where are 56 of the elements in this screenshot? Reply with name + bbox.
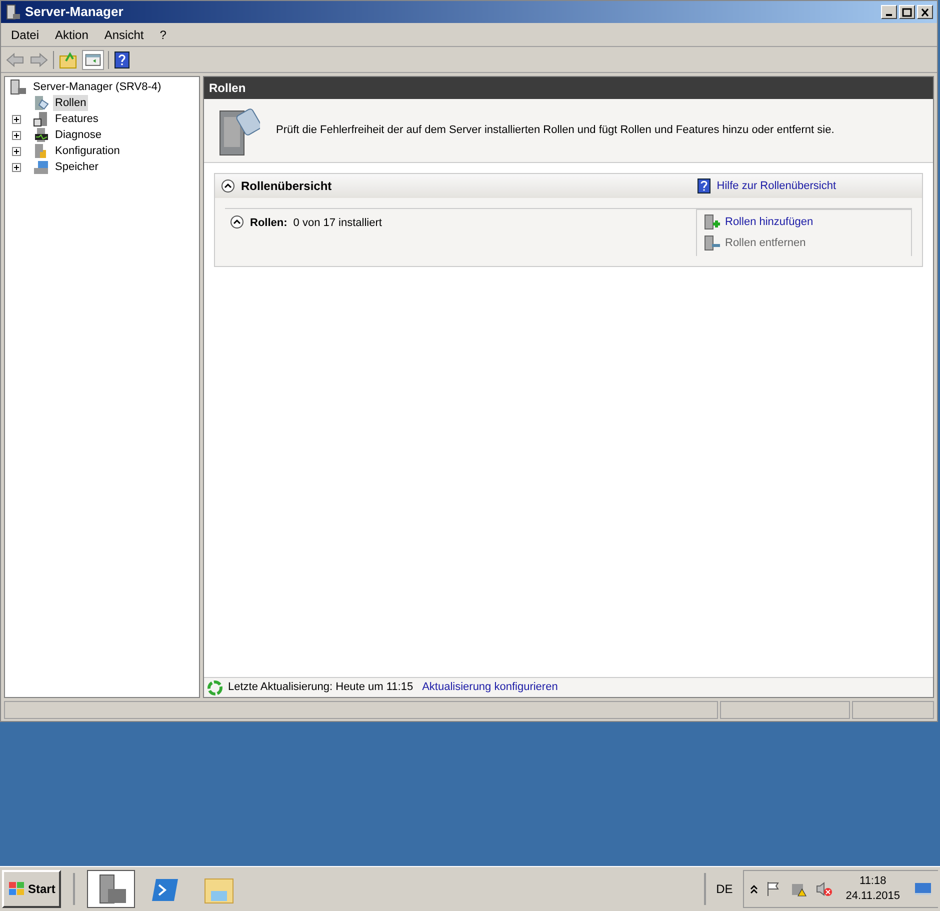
- speaker-muted-icon[interactable]: [816, 881, 832, 897]
- help-link[interactable]: Hilfe zur Rollenübersicht: [716, 178, 836, 194]
- expand-icon[interactable]: [12, 162, 21, 172]
- language-indicator[interactable]: DE: [712, 880, 737, 898]
- roles-count: 0 von 17 installiert: [293, 216, 382, 231]
- server-add-icon: [703, 214, 721, 230]
- storage-icon: [33, 159, 49, 175]
- roles-label: Rollen:: [250, 216, 288, 231]
- minimize-button[interactable]: [881, 5, 897, 19]
- tree-item[interactable]: Konfiguration: [53, 142, 122, 160]
- desktop-icon[interactable]: [914, 881, 932, 897]
- taskbar-app[interactable]: [87, 870, 136, 908]
- collapse-icon[interactable]: [221, 179, 235, 193]
- close-button[interactable]: [917, 5, 933, 19]
- server-monitor-icon: [33, 127, 49, 143]
- help-icon[interactable]: [113, 50, 131, 68]
- flag-icon[interactable]: [766, 881, 782, 897]
- expand-icon[interactable]: [12, 130, 21, 140]
- tree-item[interactable]: Rollen: [53, 94, 88, 112]
- menu-item[interactable]: Datei: [5, 26, 46, 44]
- clock-time: 11:18: [860, 874, 886, 889]
- clock-date: 24.11.2015: [846, 889, 900, 904]
- menu-item[interactable]: ?: [154, 26, 172, 44]
- expand-icon[interactable]: [12, 146, 21, 156]
- tree-item[interactable]: Features: [53, 110, 100, 128]
- tree-item[interactable]: Speicher: [53, 158, 100, 176]
- collapse-icon[interactable]: [230, 215, 244, 229]
- help-icon: [696, 178, 711, 194]
- server-icon: [9, 79, 27, 95]
- close-icon: [920, 8, 930, 16]
- network-warning-icon[interactable]: [790, 881, 808, 897]
- tree-item[interactable]: Diagnose: [53, 126, 104, 144]
- server-window-icon: [33, 111, 49, 127]
- menu-item[interactable]: Aktion: [49, 26, 94, 44]
- server-tag-icon: [33, 95, 49, 111]
- server-icon: [5, 4, 21, 20]
- refresh-icon: [207, 680, 223, 696]
- panel-icon[interactable]: [82, 50, 104, 70]
- content-header: Rollen: [204, 77, 933, 99]
- maximize-button[interactable]: [899, 5, 915, 19]
- server-remove-icon: [703, 234, 721, 251]
- maximize-icon: [902, 8, 912, 16]
- minimize-icon: [886, 14, 892, 16]
- action-link[interactable]: Rollen hinzufügen: [725, 214, 814, 230]
- description-text: Prüft die Fehlerfreiheit der auf dem Server installierten Rollen und fügt Rollen und Features hinzu oder entfernt sie.: [276, 123, 834, 138]
- window-title: Server-Manager: [25, 3, 124, 22]
- expand-icon[interactable]: [12, 114, 21, 124]
- start-button[interactable]: Start: [2, 870, 62, 908]
- last-update-text: Letzte Aktualisierung: Heute um 11:15: [228, 680, 414, 696]
- windows-logo-icon: [8, 881, 26, 897]
- section-title: Rollenübersicht: [241, 178, 332, 195]
- configure-link[interactable]: Aktualisierung konfigurieren: [422, 679, 558, 696]
- menu-item[interactable]: Ansicht: [98, 26, 150, 44]
- server-tools-icon: [33, 143, 49, 159]
- chevron-up-icon[interactable]: [750, 884, 758, 894]
- tree-item[interactable]: Server-Manager (SRV8-4): [31, 78, 164, 96]
